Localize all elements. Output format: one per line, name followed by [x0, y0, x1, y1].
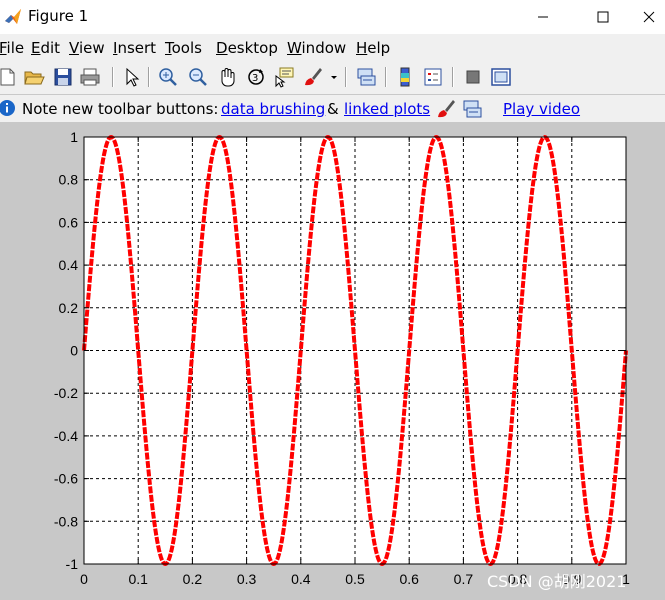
- menu-insert[interactable]: Insert: [113, 39, 156, 57]
- x-tick-label: 0.5: [345, 571, 365, 587]
- new-figure-icon[interactable]: [0, 66, 18, 88]
- x-tick-label: 0: [80, 571, 88, 587]
- link-plot-icon: [463, 100, 482, 118]
- y-tick-label: -0.2: [54, 385, 78, 401]
- menu-view[interactable]: View: [69, 39, 105, 57]
- figure-canvas: 0 0.1 0.2 0.3 0.4 0.5 0.6 0.7 0.8 0.9 1 1 0.8 0.6 0.4 0…: [0, 122, 665, 600]
- save-icon[interactable]: [52, 66, 74, 88]
- insert-colorbar-icon[interactable]: [394, 66, 416, 88]
- window-titlebar: Figure 1: [0, 0, 665, 34]
- y-tick-label: -0.8: [54, 513, 78, 529]
- x-tick-label: 0.6: [399, 571, 419, 587]
- info-icon: [0, 100, 15, 116]
- maximize-button[interactable]: [580, 0, 626, 34]
- minimize-icon: [538, 16, 548, 18]
- menu-window[interactable]: Window: [287, 39, 346, 57]
- link-plot-icon[interactable]: [355, 66, 377, 88]
- play-video-link[interactable]: Play video: [503, 100, 580, 118]
- insert-legend-icon[interactable]: [422, 66, 444, 88]
- minimize-button[interactable]: [520, 0, 566, 34]
- x-tick-label: 0.7: [454, 571, 474, 587]
- toolbar-separator: [345, 67, 347, 87]
- menu-desktop[interactable]: Desktop: [216, 39, 278, 57]
- toolbar-info-bar: Note new toolbar buttons: data brushing …: [0, 95, 665, 122]
- data-brushing-link[interactable]: data brushing: [221, 100, 325, 118]
- toolbar-separator: [112, 67, 114, 87]
- sine-plot-chart[interactable]: 0 0.1 0.2 0.3 0.4 0.5 0.6 0.7 0.8 0.9 110.80.60.40…: [0, 122, 665, 600]
- menu-tools[interactable]: Tools: [165, 39, 202, 57]
- x-tick-label: 0.3: [237, 571, 257, 587]
- close-button[interactable]: [626, 0, 665, 34]
- menu-help[interactable]: Help: [356, 39, 390, 57]
- watermark-text: CSDN @胡刚2021: [487, 572, 627, 591]
- print-icon[interactable]: [79, 66, 101, 88]
- show-plot-tools-icon[interactable]: [490, 66, 512, 88]
- info-ampersand: &: [327, 100, 339, 118]
- menu-file[interactable]: File: [0, 39, 24, 57]
- y-tick-label: 1: [70, 129, 78, 145]
- zoom-out-icon[interactable]: [187, 66, 209, 88]
- figure-toolbar: 3: [0, 60, 665, 95]
- y-tick-label: 0.8: [59, 172, 79, 188]
- y-tick-label: -0.4: [54, 428, 78, 444]
- menu-edit[interactable]: Edit: [31, 39, 60, 57]
- x-tick-label: 0.1: [128, 571, 148, 587]
- x-tick-label: 0.2: [183, 571, 203, 587]
- y-tick-label: 0: [70, 343, 78, 359]
- y-tick-label: -0.6: [54, 471, 78, 487]
- brush-icon[interactable]: [302, 66, 324, 88]
- y-tick-label: 0.6: [59, 214, 79, 230]
- data-cursor-icon[interactable]: [273, 66, 295, 88]
- open-file-icon[interactable]: [23, 66, 45, 88]
- close-icon: [643, 11, 655, 23]
- linked-plots-link[interactable]: linked plots: [344, 100, 430, 118]
- edit-plot-icon[interactable]: [121, 66, 143, 88]
- window-title: Figure 1: [28, 7, 89, 25]
- toolbar-separator: [148, 67, 150, 87]
- y-tick-label: 0.2: [59, 300, 79, 316]
- brush-dropdown-icon[interactable]: [327, 66, 341, 88]
- info-note-text: Note new toolbar buttons:: [22, 100, 219, 118]
- hide-plot-tools-icon[interactable]: [462, 66, 484, 88]
- svg-text:3: 3: [252, 73, 258, 84]
- toolbar-separator: [452, 67, 454, 87]
- pan-icon[interactable]: [216, 66, 238, 88]
- toolbar-separator: [385, 67, 387, 87]
- zoom-in-icon[interactable]: [157, 66, 179, 88]
- x-tick-label: 0.4: [291, 571, 311, 587]
- brush-icon: [438, 100, 455, 118]
- y-tick-label: 0.4: [59, 257, 79, 273]
- menubar: File Edit View Insert Tools Desktop Wind…: [0, 34, 665, 60]
- matlab-logo-icon: [5, 9, 21, 24]
- rotate-3d-icon[interactable]: 3: [245, 66, 267, 88]
- y-tick-label: -1: [66, 556, 79, 572]
- maximize-icon: [597, 11, 609, 23]
